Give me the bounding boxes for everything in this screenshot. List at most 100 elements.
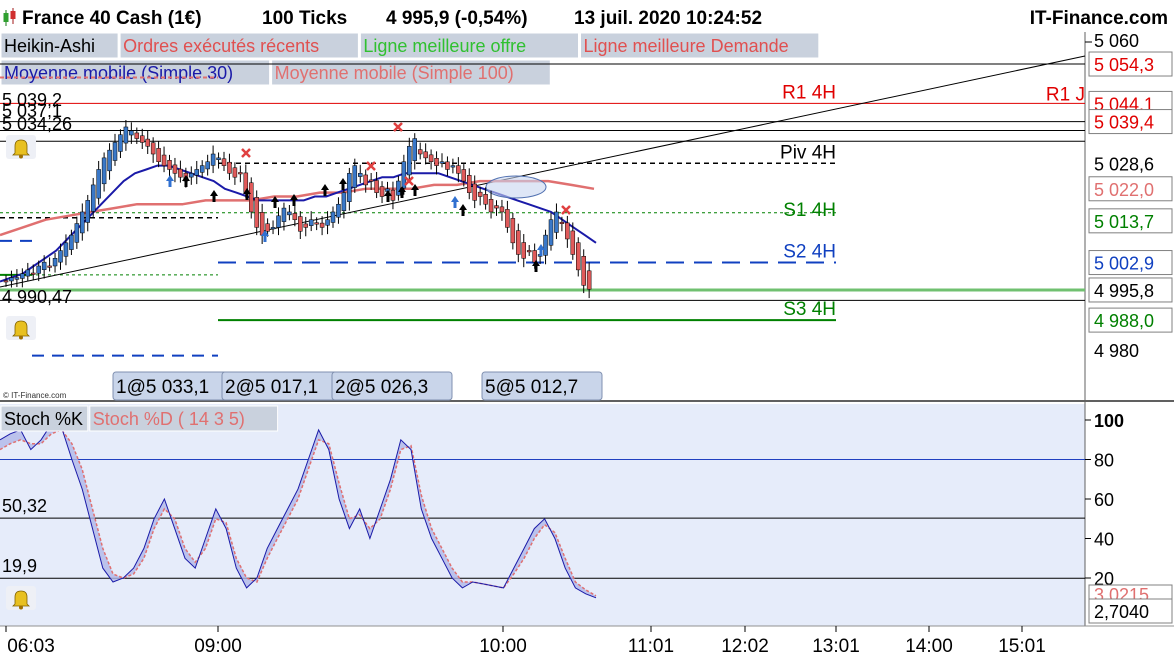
candle-body [499, 206, 505, 213]
candle-body [308, 219, 314, 226]
candle-body [172, 164, 178, 174]
candle-body [554, 211, 559, 233]
trading-chart: France 40 Cash (1€) 100 Ticks 4 995,9 (-… [0, 0, 1174, 657]
candle-body [407, 146, 412, 176]
pivot-label: S3 4H [783, 299, 836, 320]
candle-body [581, 256, 586, 286]
stoch-left-label: 50,32 [2, 496, 47, 516]
last-price-change: 4 995,9 (-0,54%) [386, 8, 528, 29]
order-box-label: 5@5 012,7 [485, 377, 578, 398]
alert-bell-icon[interactable] [6, 586, 36, 610]
candle-body [63, 242, 69, 257]
candle-body [494, 205, 499, 209]
left-price-label: 5 034,26 [2, 114, 72, 134]
candle-body [325, 219, 330, 226]
stoch-tick-label: 40 [1094, 530, 1114, 550]
candle-body [559, 221, 565, 224]
stoch-axis: 100806040203,02152,7040 [1085, 411, 1173, 624]
candle-body [140, 135, 145, 143]
order-boxes: 1@5 033,1 2@5 017,1 2@5 026,3 5@5 012,7 [112, 371, 603, 401]
candle-body [330, 211, 336, 223]
legend-item-label: Stoch %D ( 14 3 5) [93, 409, 245, 429]
candle-body [358, 173, 363, 177]
candle-body [47, 265, 52, 268]
time-tick-label: 10:00 [479, 636, 527, 657]
stoch-box-label: 2,7040 [1094, 602, 1149, 622]
price-box-label: 4 988,0 [1094, 311, 1154, 331]
candle-body [352, 165, 358, 188]
alert-bell-icon[interactable] [6, 316, 36, 340]
candle-body [292, 213, 298, 220]
candle-body [276, 215, 281, 228]
candle-body [167, 160, 172, 170]
candle-body [543, 234, 548, 256]
candle-body [434, 158, 439, 166]
candle-body [85, 200, 90, 223]
price-axis: 5 0605 028,64 9805 054,35 044,15 039,45 … [1085, 31, 1173, 361]
candle-body [80, 211, 85, 234]
candle-body [123, 126, 129, 144]
candle-body [58, 250, 63, 263]
stoch-tick-label: 60 [1094, 490, 1114, 510]
stoch-tick-label: 100 [1094, 411, 1124, 431]
stoch-panel-bg [0, 404, 1085, 626]
candle-body [232, 167, 238, 178]
legend-item-label: Ligne meilleure offre [363, 36, 526, 56]
candle-body [347, 173, 352, 202]
legend-item-label: Moyenne mobile (Simple 100) [275, 63, 514, 83]
price-tick-label: 4 980 [1094, 341, 1139, 361]
candle-body [52, 258, 58, 267]
price-tick-label: 5 028,6 [1094, 154, 1154, 174]
price-box-label: 5 022,0 [1094, 180, 1154, 200]
candle-body [41, 261, 47, 270]
candle-body [249, 182, 254, 213]
candle-body [423, 151, 428, 159]
candle-body [363, 174, 368, 186]
highlight-ellipse [485, 175, 547, 199]
price-box-label: 4 995,8 [1094, 281, 1154, 301]
candle-body [107, 149, 112, 172]
left-price-label: 4 990,47 [2, 287, 72, 307]
candle-body [210, 153, 216, 166]
candle-body [477, 191, 483, 197]
candle-body [390, 189, 396, 201]
stoch-tick-label: 80 [1094, 451, 1114, 471]
alert-bell-icon[interactable] [6, 135, 36, 159]
candle-body [396, 180, 401, 196]
interval-label: 100 Ticks [262, 8, 347, 29]
legend-item-label: Moyenne mobile (Simple 30) [4, 63, 233, 83]
candle-body [270, 227, 276, 230]
candle-body [314, 222, 319, 225]
candle-body [118, 134, 123, 152]
stoch-legend: Stoch %K Stoch %D ( 14 3 5) [0, 405, 279, 432]
candle-body [450, 165, 456, 168]
candle-body [565, 222, 570, 240]
candle-body [238, 172, 243, 175]
price-box-label: 5 013,7 [1094, 212, 1154, 232]
candle-body [483, 194, 488, 205]
order-box-label: 1@5 033,1 [116, 377, 209, 398]
candle-body [189, 173, 194, 178]
candle-body [194, 169, 199, 176]
candle-body [298, 216, 303, 232]
time-tick-label: 15:01 [998, 636, 1046, 657]
candle-body [428, 154, 434, 162]
candle-body [526, 250, 532, 253]
order-box-label: 2@5 026,3 [335, 377, 428, 398]
candle-body [265, 223, 270, 232]
candle-body [205, 161, 210, 170]
candle-body [36, 265, 41, 274]
candle-body [488, 199, 494, 213]
candle-body [417, 149, 423, 155]
candle-body [439, 161, 445, 164]
candle-body [129, 130, 134, 136]
candle-body [14, 277, 20, 280]
candle-body [3, 280, 9, 283]
candle-body [586, 270, 592, 290]
candle-body [412, 138, 417, 161]
candle-body [216, 157, 221, 160]
price-box-label: 5 054,3 [1094, 55, 1154, 75]
indicator-legend-row1: Heikin-Ashi Ordres exécutés récents Ligne … [0, 32, 820, 59]
pivot-label: R1 4H [782, 82, 836, 103]
legend-item-label: Stoch %K [4, 409, 83, 429]
